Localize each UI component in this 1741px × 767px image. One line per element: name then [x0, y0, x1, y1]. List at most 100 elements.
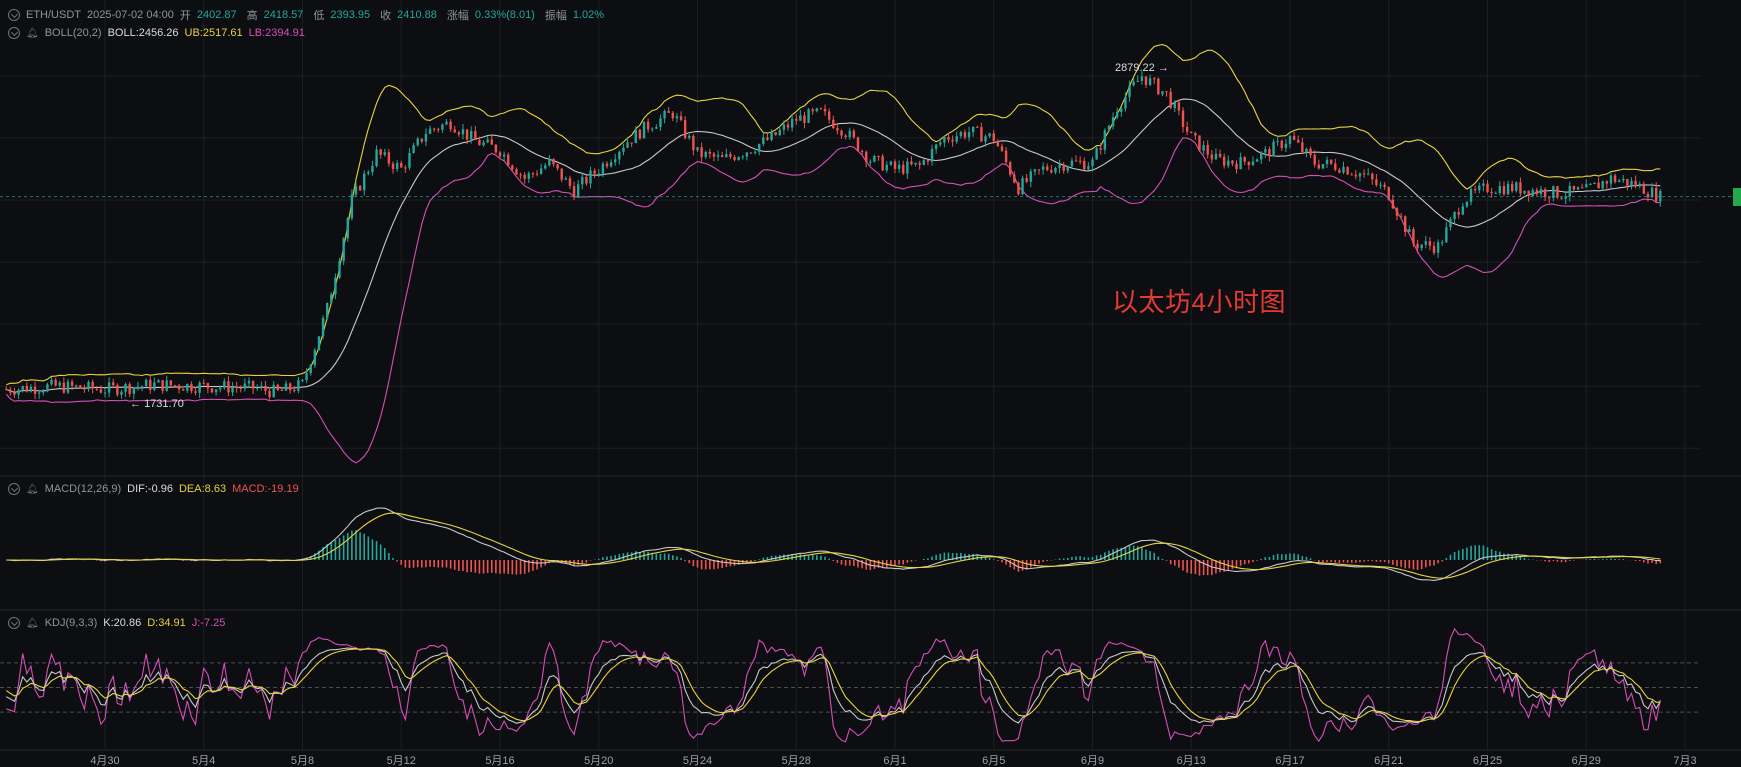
candle-body: [848, 130, 851, 138]
candle-body: [1210, 154, 1214, 160]
candle-body: [1383, 184, 1386, 187]
candle-body: [1646, 194, 1650, 198]
candle-body: [1037, 169, 1041, 171]
candle-body: [297, 380, 300, 391]
candle-body: [1297, 139, 1300, 143]
candle-body: [741, 156, 744, 158]
candle-body: [1301, 142, 1304, 152]
candle-body: [9, 389, 12, 393]
candle-body: [1617, 180, 1621, 183]
candle-body: [1391, 199, 1395, 209]
candle-body: [1276, 140, 1279, 142]
candle-body: [758, 143, 761, 152]
candle-body: [733, 156, 736, 160]
visibility-icon[interactable]: [8, 27, 20, 39]
candle-body: [91, 381, 94, 389]
candle-body: [642, 121, 646, 139]
candle-body: [1613, 175, 1617, 183]
candle-body: [13, 392, 16, 395]
candle-body: [609, 162, 613, 167]
candle-body: [124, 384, 127, 392]
candle-body: [1046, 166, 1049, 171]
candle-body: [922, 160, 926, 165]
candle-body: [708, 151, 712, 154]
candle-body: [408, 153, 411, 168]
candle-body: [1580, 187, 1584, 189]
candle-body: [576, 184, 580, 198]
candle-body: [1050, 170, 1053, 173]
candle-body: [1560, 197, 1563, 199]
candle-body: [1103, 130, 1107, 150]
price-pane[interactable]: [0, 44, 1733, 464]
x-tick-label: 5月12: [387, 755, 416, 767]
candle-body: [634, 129, 637, 144]
x-tick-label: 5月20: [584, 755, 613, 767]
candle-body: [1634, 180, 1637, 187]
candle-body: [1058, 164, 1061, 168]
candle-body: [103, 392, 107, 394]
candle-body: [1107, 126, 1111, 131]
candle-body: [395, 162, 399, 170]
candle-body: [651, 128, 654, 130]
candle-body: [1062, 164, 1065, 171]
visibility-icon[interactable]: [8, 617, 20, 629]
candle-body: [860, 150, 864, 152]
candle-body: [1346, 167, 1349, 175]
candle-body: [272, 384, 275, 398]
candle-body: [128, 384, 131, 394]
candle-body: [939, 142, 942, 145]
candle-body: [544, 165, 547, 169]
candle-body: [996, 140, 1000, 147]
candle-body: [21, 386, 24, 390]
candle-body: [284, 383, 288, 391]
chart-watermark: 以太坊4小时图: [1112, 287, 1286, 317]
candle-body: [1231, 160, 1234, 164]
candle-body: [560, 168, 563, 180]
candle-body: [498, 152, 502, 157]
candle-body: [74, 385, 78, 387]
candle-body: [1395, 208, 1399, 216]
candle-body: [190, 383, 193, 392]
boll-lower-line: [5, 137, 1661, 464]
candle-body: [1190, 131, 1193, 134]
candle-body: [1115, 111, 1119, 118]
candle-body: [971, 126, 975, 133]
macd-dif-value: DIF:-0.96: [127, 483, 173, 495]
candle-body: [313, 350, 317, 366]
candle-body: [268, 390, 271, 398]
candle-body: [37, 392, 41, 394]
candle-body: [1033, 169, 1037, 172]
candle-body: [1506, 183, 1510, 195]
candle-body: [548, 158, 551, 166]
visibility-icon[interactable]: [8, 483, 20, 495]
candle-body: [539, 168, 543, 174]
candle-body: [367, 172, 370, 174]
candle-body: [712, 153, 716, 157]
candle-body: [902, 164, 905, 174]
candle-body: [136, 386, 140, 388]
candle-body: [1165, 91, 1168, 93]
candle-body: [330, 294, 333, 304]
x-tick-label: 5月24: [683, 755, 712, 767]
candle-body: [1465, 201, 1469, 207]
candle-body: [54, 379, 57, 386]
x-tick-label: 6月21: [1374, 755, 1403, 767]
visibility-icon[interactable]: [8, 9, 20, 21]
chart-canvas[interactable]: 4月30 5月4 5月8 5月12 5月16 5月20 5月24 5月28 6月1 6月5 6月9 6…: [0, 0, 1741, 767]
candle-body: [469, 131, 473, 140]
x-tick-label: 5月8: [291, 755, 314, 767]
candle-body: [1387, 186, 1390, 200]
macd-pane[interactable]: [6, 507, 1662, 581]
candle-body: [1535, 189, 1539, 195]
kdj-pane[interactable]: [0, 627, 1700, 743]
alert-bell-icon[interactable]: 🔔︎: [26, 484, 39, 495]
candle-body: [1157, 78, 1160, 95]
change-label: 涨幅: [446, 10, 469, 22]
candle-body: [391, 163, 395, 170]
candle-body: [1408, 229, 1411, 233]
alert-bell-icon[interactable]: 🔔︎: [26, 28, 39, 39]
candle-body: [1013, 174, 1016, 183]
candle-body: [1445, 227, 1448, 243]
candle-body: [1420, 244, 1423, 249]
alert-bell-icon[interactable]: 🔔︎: [26, 618, 39, 629]
